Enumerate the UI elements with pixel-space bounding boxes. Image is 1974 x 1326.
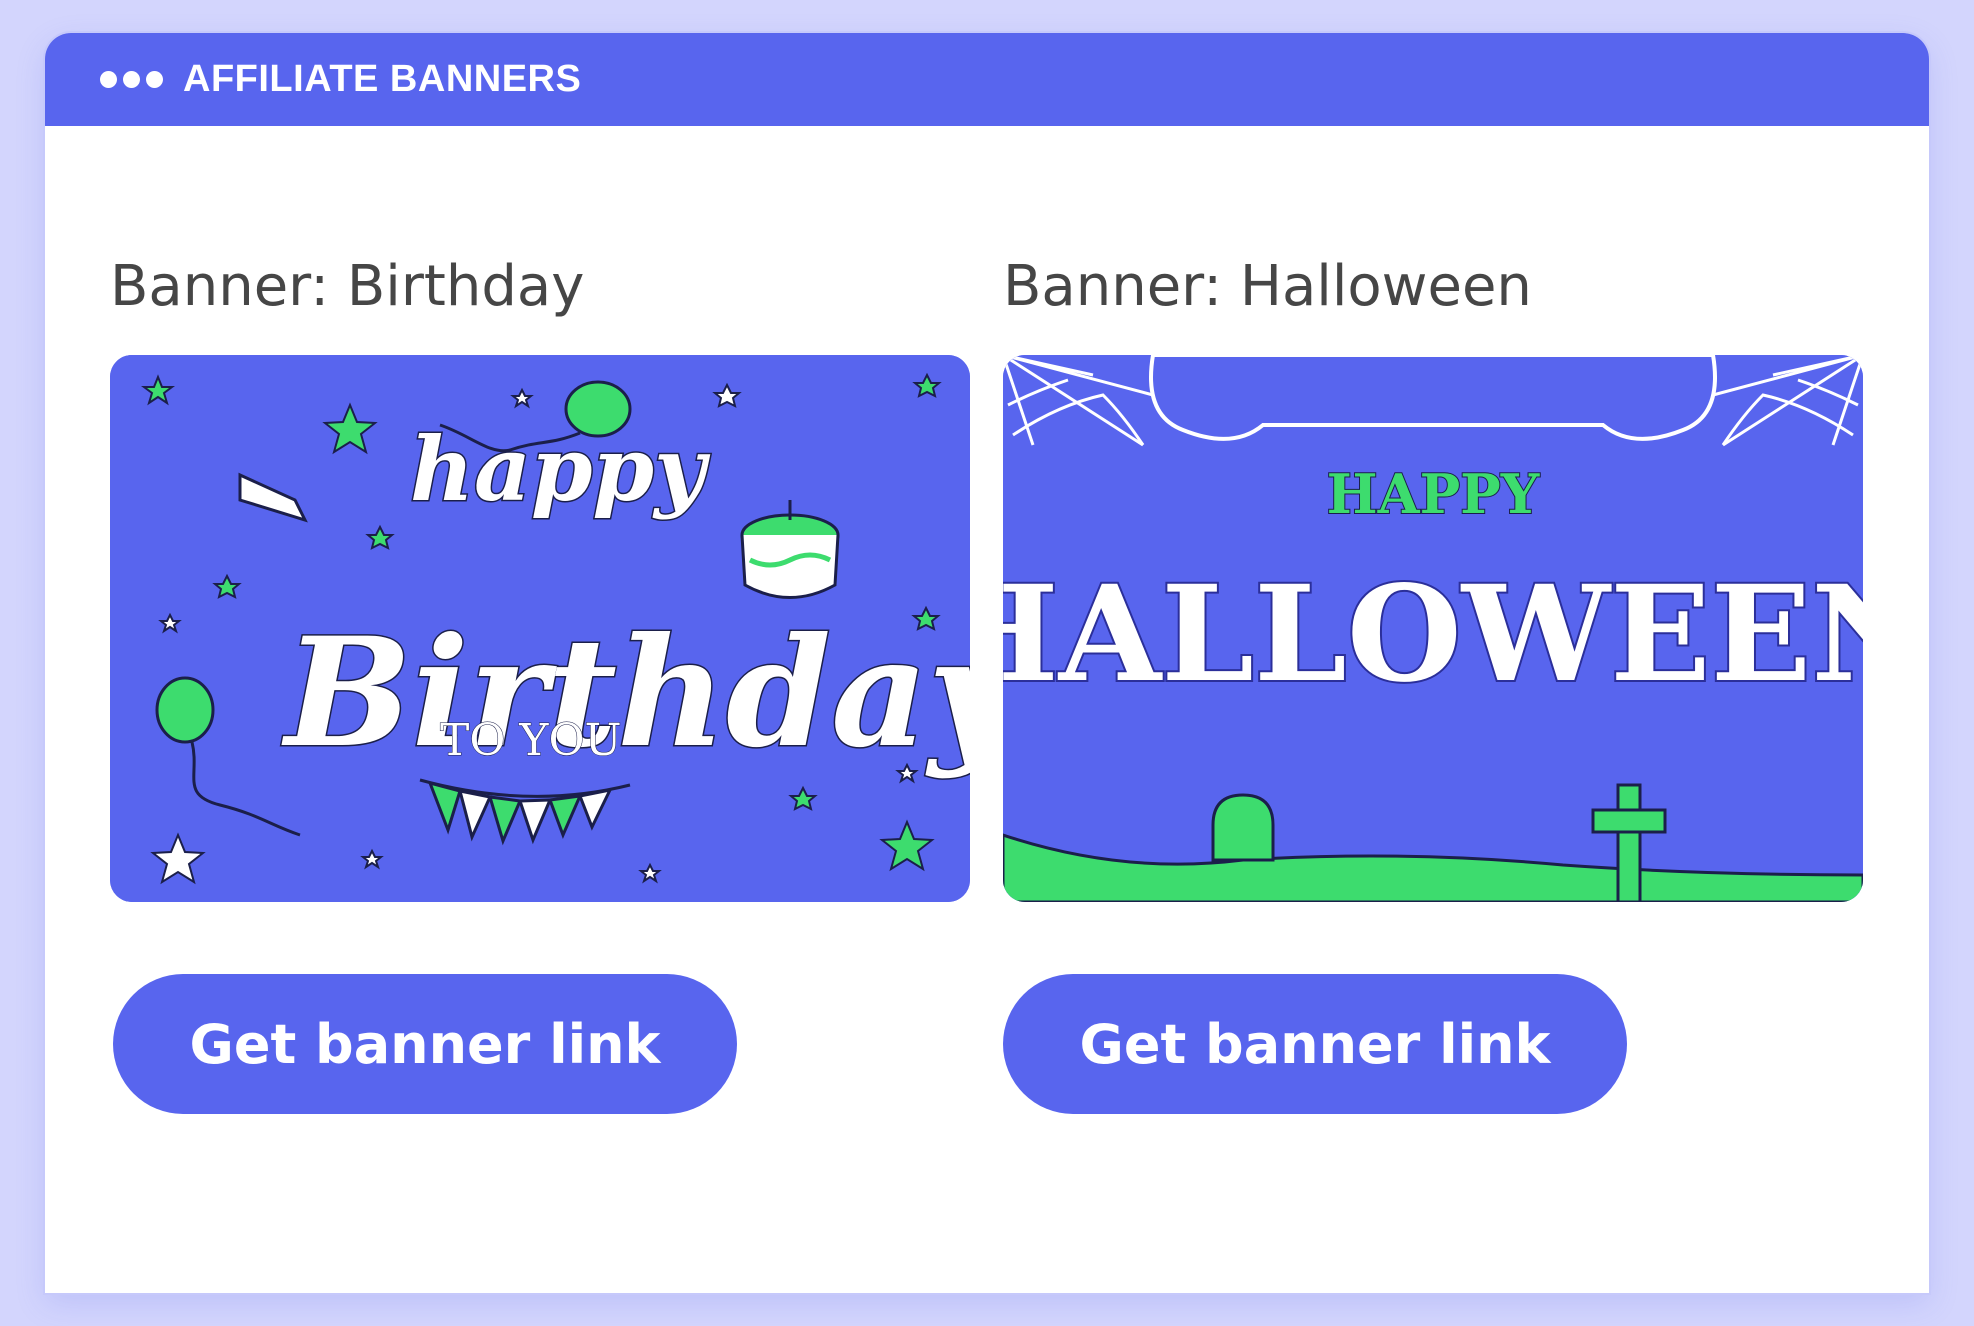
birthday-artwork: happy Birthday TO YOU: [110, 355, 970, 902]
window-titlebar: AFFILIATE BANNERS: [45, 33, 1929, 126]
banner-card-halloween: Banner: Halloween HAPPY ALLOWEE Get bann…: [1003, 126, 1863, 1226]
get-banner-link-button-birthday[interactable]: Get banner link: [113, 974, 737, 1114]
halloween-art-happy: HAPPY: [1327, 462, 1541, 526]
window-dots-icon: [100, 71, 163, 88]
dot: [146, 71, 163, 88]
affiliate-banners-window: AFFILIATE BANNERS Banner: Birthday happy…: [45, 33, 1929, 1293]
halloween-banner-image: HAPPY HALLOWEEN: [1003, 355, 1863, 902]
window-title: AFFILIATE BANNERS: [183, 58, 582, 100]
birthday-art-happy: happy: [410, 417, 711, 521]
banner-card-birthday: Banner: Birthday happy Birthday TO YOU G…: [110, 126, 970, 1226]
banner-label: Banner: Halloween: [1003, 254, 1532, 319]
get-banner-link-button-halloween[interactable]: Get banner link: [1003, 974, 1627, 1114]
halloween-artwork: HAPPY HALLOWEEN: [1003, 355, 1863, 902]
banner-label: Banner: Birthday: [110, 254, 585, 319]
birthday-art-birthday: Birthday: [281, 605, 970, 781]
birthday-art-to-you: TO YOU: [440, 715, 622, 766]
dot: [123, 71, 140, 88]
halloween-art-halloween: HALLOWEEN: [1003, 557, 1863, 712]
dot: [100, 71, 117, 88]
birthday-banner-image: happy Birthday TO YOU: [110, 355, 970, 902]
